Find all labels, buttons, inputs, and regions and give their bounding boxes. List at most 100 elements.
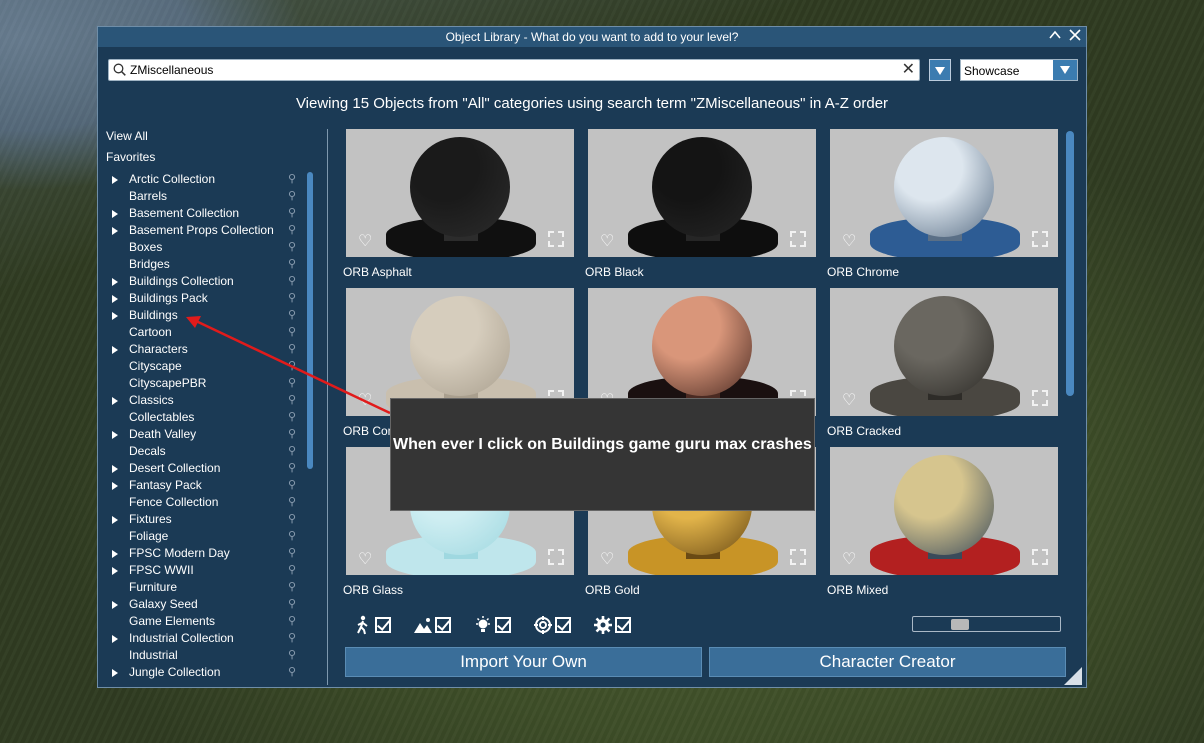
expand-arrow-icon[interactable] — [112, 210, 118, 218]
clear-search-icon[interactable]: ✕ — [902, 61, 915, 79]
category-item[interactable]: Galaxy Seed ⚲ — [112, 596, 302, 613]
expand-arrow-icon[interactable] — [112, 550, 118, 558]
slider-knob[interactable] — [951, 619, 969, 630]
expand-arrow-icon[interactable] — [112, 601, 118, 609]
pin-icon[interactable]: ⚲ — [288, 579, 296, 596]
category-item[interactable]: Characters ⚲ — [112, 341, 302, 358]
close-icon[interactable] — [1066, 27, 1084, 47]
expand-arrow-icon[interactable] — [112, 669, 118, 677]
category-item[interactable]: Buildings Pack ⚲ — [112, 290, 302, 307]
pin-icon[interactable]: ⚲ — [288, 460, 296, 477]
pin-icon[interactable]: ⚲ — [288, 358, 296, 375]
category-item[interactable]: Death Valley ⚲ — [112, 426, 302, 443]
view-all-link[interactable]: View All — [106, 129, 148, 143]
expand-icon[interactable] — [790, 231, 806, 247]
object-thumbnail[interactable]: ♡ — [346, 129, 574, 257]
heart-icon[interactable]: ♡ — [358, 231, 372, 251]
category-item[interactable]: Barrels ⚲ — [112, 188, 302, 205]
pin-icon[interactable]: ⚲ — [288, 307, 296, 324]
expand-arrow-icon[interactable] — [112, 312, 118, 320]
import-your-own-button[interactable]: Import Your Own — [345, 647, 702, 677]
pin-icon[interactable]: ⚲ — [288, 443, 296, 460]
heart-icon[interactable]: ♡ — [600, 549, 614, 569]
category-item[interactable]: Collectables ⚲ — [112, 409, 302, 426]
object-thumbnail[interactable]: ♡ — [588, 129, 816, 257]
expand-icon[interactable] — [548, 231, 564, 247]
expand-arrow-icon[interactable] — [112, 567, 118, 575]
heart-icon[interactable]: ♡ — [358, 390, 372, 410]
heart-icon[interactable]: ♡ — [358, 549, 372, 569]
heart-icon[interactable]: ♡ — [842, 231, 856, 251]
category-item[interactable]: Buildings ⚲ — [112, 307, 302, 324]
pin-icon[interactable]: ⚲ — [288, 596, 296, 613]
category-item[interactable]: Game Elements ⚲ — [112, 613, 302, 630]
pin-icon[interactable]: ⚲ — [288, 426, 296, 443]
object-thumbnail[interactable]: ♡ — [830, 129, 1058, 257]
category-item[interactable]: Fence Collection ⚲ — [112, 494, 302, 511]
chevron-down-icon[interactable] — [1053, 60, 1077, 80]
category-item[interactable]: Fantasy Pack ⚲ — [112, 477, 302, 494]
filter-checkbox[interactable] — [495, 617, 511, 633]
sidebar-scrollbar[interactable] — [307, 172, 313, 469]
search-dropdown-button[interactable] — [929, 59, 951, 81]
pin-icon[interactable]: ⚲ — [288, 188, 296, 205]
pin-icon[interactable]: ⚲ — [288, 341, 296, 358]
pin-icon[interactable]: ⚲ — [288, 409, 296, 426]
pin-icon[interactable]: ⚲ — [288, 222, 296, 239]
pin-icon[interactable]: ⚲ — [288, 290, 296, 307]
search-input[interactable]: ZMiscellaneous ✕ — [108, 59, 920, 81]
category-item[interactable]: Bridges ⚲ — [112, 256, 302, 273]
pin-icon[interactable]: ⚲ — [288, 630, 296, 647]
pin-icon[interactable]: ⚲ — [288, 239, 296, 256]
expand-icon[interactable] — [1032, 390, 1048, 406]
object-thumbnail[interactable]: ♡ — [830, 288, 1058, 416]
pin-icon[interactable]: ⚲ — [288, 477, 296, 494]
heart-icon[interactable]: ♡ — [600, 231, 614, 251]
object-thumbnail[interactable]: ♡ — [588, 288, 816, 416]
category-item[interactable]: Arctic Collection ⚲ — [112, 171, 302, 188]
view-mode-select[interactable]: Showcase — [960, 59, 1078, 81]
pin-icon[interactable]: ⚲ — [288, 171, 296, 188]
pin-icon[interactable]: ⚲ — [288, 511, 296, 528]
expand-arrow-icon[interactable] — [112, 346, 118, 354]
category-item[interactable]: Basement Props Collection ⚲ — [112, 222, 302, 239]
category-item[interactable]: Desert Collection ⚲ — [112, 460, 302, 477]
object-thumbnail[interactable]: ♡ — [346, 288, 574, 416]
category-item[interactable]: Industrial ⚲ — [112, 647, 302, 664]
pin-icon[interactable]: ⚲ — [288, 562, 296, 579]
expand-arrow-icon[interactable] — [112, 482, 118, 490]
expand-icon[interactable] — [1032, 231, 1048, 247]
category-item[interactable]: Cityscape ⚲ — [112, 358, 302, 375]
thumbnail-size-slider[interactable] — [912, 616, 1061, 632]
expand-icon[interactable] — [790, 549, 806, 565]
grid-scrollbar[interactable] — [1066, 131, 1074, 396]
filter-checkbox[interactable] — [615, 617, 631, 633]
heart-icon[interactable]: ♡ — [842, 390, 856, 410]
category-item[interactable]: Cartoon ⚲ — [112, 324, 302, 341]
pin-icon[interactable]: ⚲ — [288, 664, 296, 681]
pin-icon[interactable]: ⚲ — [288, 528, 296, 545]
expand-arrow-icon[interactable] — [112, 295, 118, 303]
expand-arrow-icon[interactable] — [112, 278, 118, 286]
chevron-up-icon[interactable] — [1046, 27, 1064, 47]
character-creator-button[interactable]: Character Creator — [709, 647, 1066, 677]
favorites-link[interactable]: Favorites — [106, 150, 155, 164]
pin-icon[interactable]: ⚲ — [288, 392, 296, 409]
window-titlebar[interactable]: Object Library - What do you want to add… — [98, 27, 1086, 47]
expand-icon[interactable] — [548, 549, 564, 565]
pin-icon[interactable]: ⚲ — [288, 273, 296, 290]
expand-arrow-icon[interactable] — [112, 635, 118, 643]
expand-arrow-icon[interactable] — [112, 431, 118, 439]
category-item[interactable]: Furniture ⚲ — [112, 579, 302, 596]
expand-arrow-icon[interactable] — [112, 397, 118, 405]
object-thumbnail[interactable]: ♡ — [830, 447, 1058, 575]
category-item[interactable]: CityscapePBR ⚲ — [112, 375, 302, 392]
category-item[interactable]: Foliage ⚲ — [112, 528, 302, 545]
category-item[interactable]: FPSC Modern Day ⚲ — [112, 545, 302, 562]
expand-icon[interactable] — [1032, 549, 1048, 565]
category-item[interactable]: Classics ⚲ — [112, 392, 302, 409]
category-item[interactable]: FPSC WWII ⚲ — [112, 562, 302, 579]
expand-arrow-icon[interactable] — [112, 227, 118, 235]
expand-arrow-icon[interactable] — [112, 465, 118, 473]
expand-arrow-icon[interactable] — [112, 516, 118, 524]
